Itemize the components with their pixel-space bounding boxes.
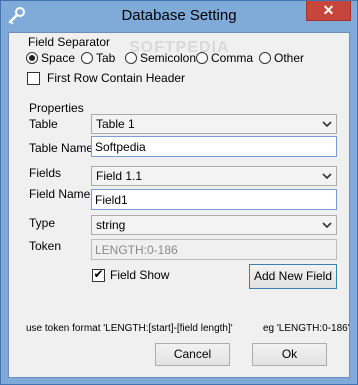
dialog-body: SOFTPEDIA Field Separator Space Tab Semi…	[8, 32, 350, 378]
field-name-input[interactable]: Field1	[91, 189, 337, 210]
properties-heading: Properties	[29, 101, 84, 115]
radio-comma[interactable]: Comma	[196, 51, 253, 65]
cancel-button[interactable]: Cancel	[155, 343, 230, 366]
radio-semicolon[interactable]: Semicolon	[125, 51, 196, 65]
field-name-label: Field Name	[29, 187, 91, 201]
type-select-value: string	[96, 218, 126, 232]
token-input: LENGTH:0-186	[91, 239, 337, 260]
first-row-header-checkbox[interactable]	[27, 72, 40, 85]
radio-other-label: Other	[274, 51, 305, 65]
token-format-hint: use token format 'LENGTH:[start]-[field …	[26, 323, 233, 334]
table-name-value: Softpedia	[95, 140, 146, 154]
fields-select-value: Field 1.1	[96, 169, 143, 183]
add-new-field-button[interactable]: Add New Field	[249, 264, 337, 289]
title-bar[interactable]: Database Setting ✕	[1, 1, 357, 32]
fields-select[interactable]: Field 1.1	[91, 166, 337, 186]
radio-comma-label: Comma	[211, 51, 254, 65]
chevron-down-icon	[322, 121, 332, 128]
radio-tab[interactable]: Tab	[81, 51, 115, 65]
close-button[interactable]: ✕	[306, 1, 351, 21]
radio-semicolon-circle[interactable]	[125, 52, 137, 64]
field-separator-label: Field Separator	[28, 35, 111, 49]
table-select-value: Table 1	[96, 117, 135, 131]
radio-space[interactable]: Space	[26, 51, 75, 65]
type-select[interactable]: string	[91, 215, 337, 235]
first-row-header-label: First Row Contain Header	[47, 71, 186, 85]
chevron-down-icon	[322, 222, 332, 229]
field-show-checkbox[interactable]: ✔	[92, 267, 105, 282]
chevron-down-icon	[322, 173, 332, 180]
table-name-input[interactable]: Softpedia	[91, 136, 337, 157]
type-label: Type	[29, 216, 56, 230]
radio-comma-circle[interactable]	[196, 52, 208, 64]
table-name-label: Table Name	[29, 141, 94, 155]
radio-tab-label: Tab	[96, 51, 116, 65]
window-title: Database Setting	[121, 7, 237, 24]
radio-space-label: Space	[41, 51, 76, 65]
field-show-label: Field Show	[110, 268, 170, 282]
fields-label: Fields	[29, 166, 62, 180]
radio-other[interactable]: Other	[259, 51, 304, 65]
radio-tab-circle[interactable]	[81, 52, 93, 64]
radio-semicolon-label: Semicolon	[140, 51, 197, 65]
radio-space-circle[interactable]	[26, 52, 38, 64]
token-example-hint: eg 'LENGTH:0-186'	[263, 323, 350, 334]
ok-button[interactable]: Ok	[252, 343, 327, 366]
token-label: Token	[29, 239, 62, 253]
token-value: LENGTH:0-186	[95, 243, 178, 257]
dialog-window: Database Setting ✕ SOFTPEDIA Field Separ…	[0, 0, 358, 385]
table-select[interactable]: Table 1	[91, 114, 337, 134]
checkmark-icon: ✔	[93, 267, 104, 281]
field-name-value: Field1	[95, 193, 128, 207]
table-label: Table	[29, 117, 58, 131]
radio-other-circle[interactable]	[259, 52, 271, 64]
